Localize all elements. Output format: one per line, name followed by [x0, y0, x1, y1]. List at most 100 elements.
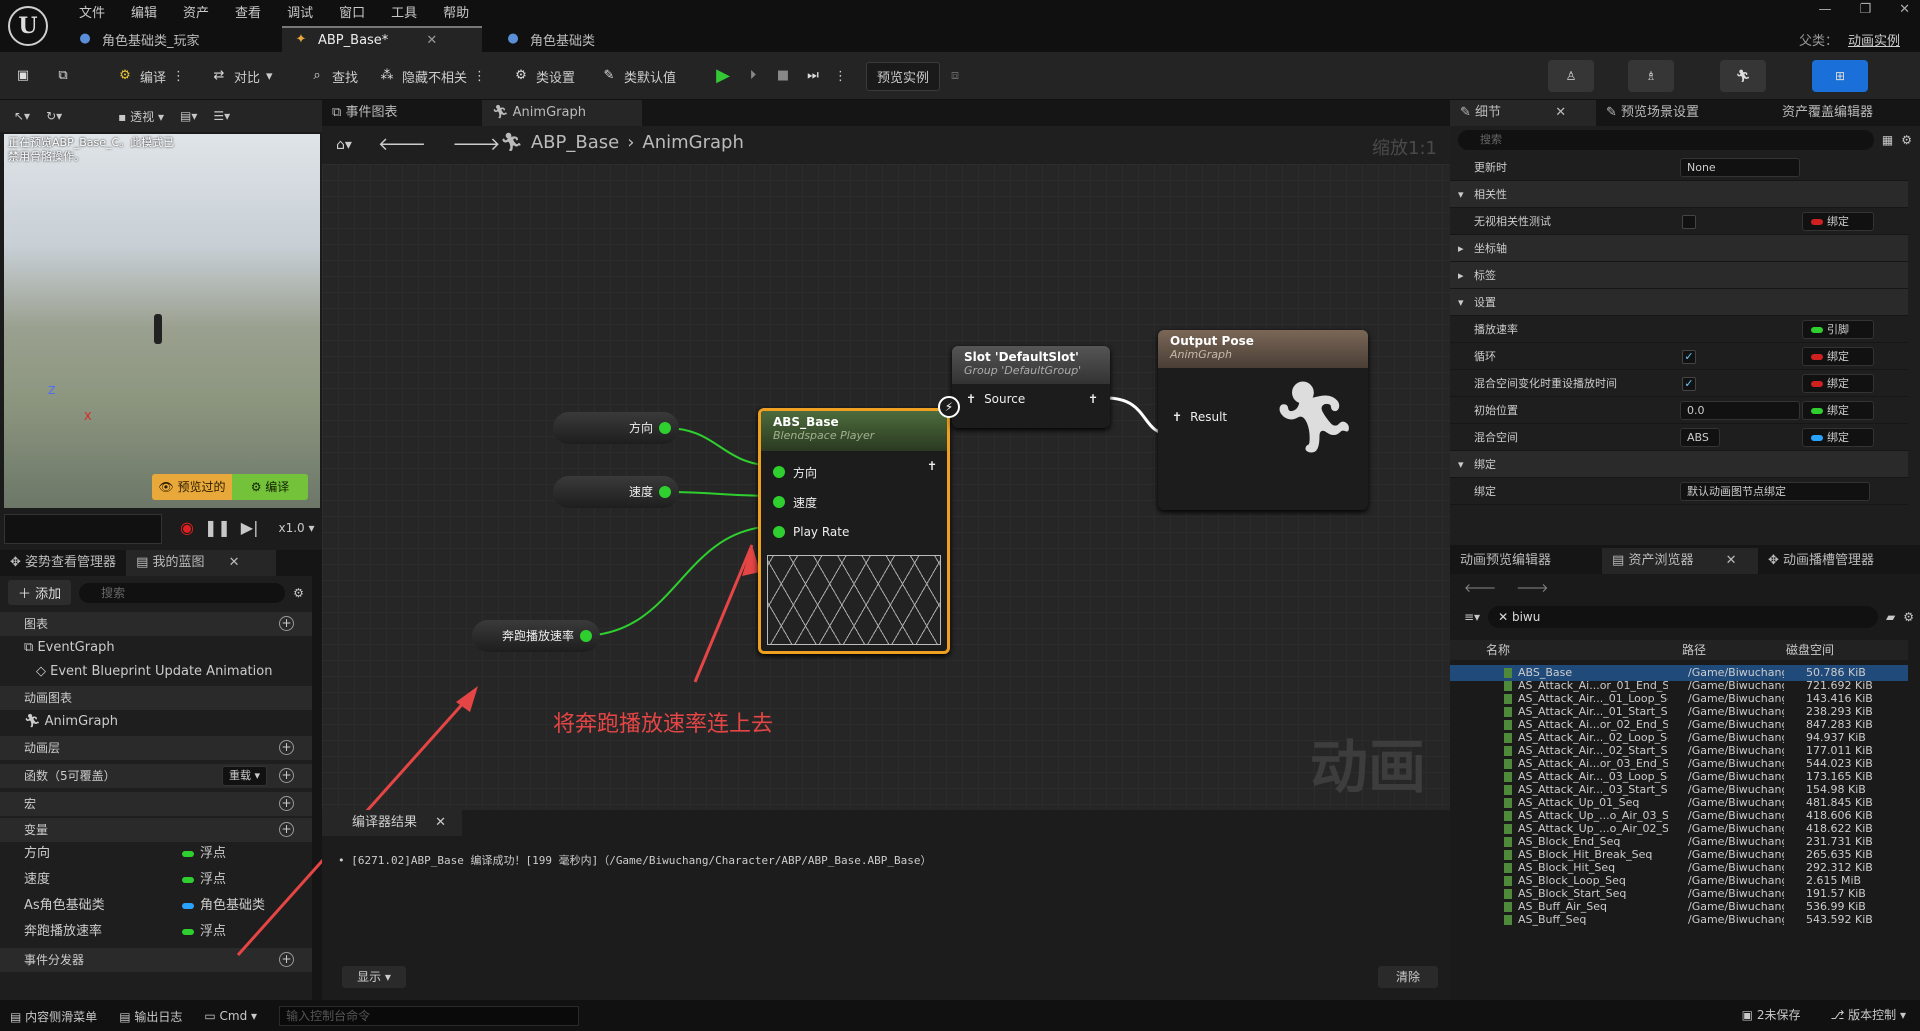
minimize-icon[interactable]: — — [1818, 2, 1831, 17]
save-icon[interactable]: ▣ — [14, 67, 32, 85]
back-arrow-icon[interactable]: 🡐 — [378, 134, 426, 155]
tab-anim-slot-manager[interactable]: ✥ 动画播槽管理器 — [1758, 548, 1884, 574]
var-type[interactable]: 浮点 — [182, 842, 226, 866]
variable-row[interactable]: 方向 浮点 — [0, 842, 312, 866]
tab-asset-browser[interactable]: ▤ 资产浏览器 ✕ — [1602, 548, 1758, 574]
checkbox[interactable]: ✓ — [1682, 377, 1696, 391]
output-log-button[interactable]: ▤ 输出日志 — [119, 1008, 182, 1025]
col-name[interactable]: 名称 — [1486, 640, 1510, 660]
doc-tab-base-class[interactable]: ● 角色基础类 — [494, 26, 605, 52]
more-icon[interactable]: ⋮ — [834, 69, 847, 84]
viewport-compile-button[interactable]: ⚙ 编译 — [232, 474, 308, 500]
class-settings-button[interactable]: ⚙ 类设置 — [512, 52, 575, 100]
diff-button[interactable]: ⇄ 对比 ▾ — [210, 52, 273, 100]
section-graphs[interactable]: 图表 + — [0, 612, 312, 636]
record-icon[interactable]: ◉ — [180, 518, 194, 537]
browse-icon[interactable]: ⧉ — [54, 67, 72, 85]
pin-speed[interactable]: 速度 — [761, 487, 947, 517]
section-anim-layers[interactable]: 动画层 + — [0, 736, 312, 760]
var-type[interactable]: 浮点 — [182, 920, 226, 944]
search-input[interactable]: 搜索 — [79, 582, 286, 603]
pin-play-rate[interactable]: Play Rate — [761, 517, 947, 547]
add-variable-icon[interactable]: + — [279, 822, 294, 837]
col-path[interactable]: 路径 — [1682, 640, 1706, 660]
col-size[interactable]: 磁盘空间 — [1786, 640, 1834, 660]
tab-event-graph[interactable]: ⧉ 事件图表 — [322, 100, 482, 126]
tab-preview-scene[interactable]: ✎ 预览场景设置 — [1596, 100, 1772, 126]
close-window-icon[interactable]: ✕ — [1899, 2, 1910, 17]
details-row[interactable]: ▾ 设置 — [1450, 289, 1908, 316]
input-pin[interactable] — [773, 466, 785, 478]
preview-button[interactable]: 👁︎ 预览过的 — [152, 474, 232, 500]
menu-view[interactable]: 查看 — [222, 2, 274, 21]
parent-class-link[interactable]: 动画实例 — [1848, 30, 1900, 49]
menu-edit[interactable]: 编辑 — [118, 2, 170, 21]
tab-details[interactable]: ✎ 细节 ✕ — [1450, 100, 1596, 126]
checkbox[interactable]: ✓ — [1682, 350, 1696, 364]
perspective-dropdown[interactable]: ▪ 透视 ▾ — [118, 108, 164, 125]
debug-filter-icon[interactable]: ⧈ — [946, 67, 964, 85]
doc-tab-player[interactable]: ● 角色基础类_玩家 — [66, 26, 210, 52]
gear-icon[interactable]: ⚙ — [293, 586, 304, 600]
tab-pose-watch[interactable]: ✥ 姿势查看管理器 — [0, 550, 126, 576]
binding-dropdown[interactable]: 绑定 — [1802, 401, 1874, 420]
unreal-logo[interactable]: U — [8, 6, 48, 46]
binding-dropdown[interactable]: 绑定 — [1802, 212, 1874, 231]
preview-instance-dropdown[interactable]: 预览实例 ⧈ — [866, 52, 964, 100]
pose-output-icon[interactable]: ✝ — [927, 459, 937, 473]
close-icon[interactable]: ✕ — [426, 33, 437, 48]
bookmark-icon[interactable]: ⌂▾ — [336, 137, 352, 153]
value-input[interactable]: 0.0 — [1680, 401, 1800, 420]
details-row[interactable]: ▾ 相关性 — [1450, 181, 1908, 208]
variable-row[interactable]: 奔跑播放速率 浮点 — [0, 920, 312, 944]
forward-arrow-icon[interactable]: 🡒 — [452, 134, 500, 155]
skeleton-mode-button[interactable]: ♙ — [1548, 60, 1594, 92]
value-dropdown[interactable]: None — [1680, 158, 1800, 177]
gear-icon[interactable]: ⚙ — [1903, 610, 1914, 624]
view-mode-icon[interactable]: ▤▾ — [180, 109, 197, 123]
menu-debug[interactable]: 调试 — [274, 2, 326, 21]
event-node-item[interactable]: ◇ Event Blueprint Update Animation — [0, 660, 312, 684]
blueprint-mode-button[interactable]: ⊞ — [1812, 60, 1868, 92]
section-macros[interactable]: 宏 + — [0, 792, 312, 816]
cmd-dropdown[interactable]: ▭ Cmd ▾ — [204, 1009, 257, 1023]
step-forward-icon[interactable]: ▶| — [241, 518, 259, 537]
breadcrumb-root[interactable]: ABP_Base — [531, 132, 619, 153]
timeline-scrubber[interactable] — [4, 514, 162, 544]
details-search-input[interactable]: 搜索 — [1458, 130, 1874, 150]
forward-arrow-icon[interactable]: 🡒 — [1516, 580, 1548, 595]
doc-tab-abp-base[interactable]: ✦ ABP_Base* ✕ — [282, 26, 482, 52]
pose-input-icon[interactable]: ✝ — [1172, 410, 1182, 424]
clear-button[interactable]: 清除 — [1378, 966, 1438, 988]
anim-graph-item[interactable]: 🏃︎ AnimGraph — [0, 710, 312, 734]
checkbox[interactable] — [1682, 215, 1696, 229]
input-pin[interactable] — [773, 526, 785, 538]
source-control-button[interactable]: ⎇ 版本控制 ▾ — [1830, 1006, 1906, 1023]
viewport-options-icon[interactable]: ↖▾ — [14, 109, 30, 123]
output-pin[interactable] — [659, 422, 671, 434]
simulate-icon[interactable]: ⏭ — [804, 67, 822, 85]
restore-icon[interactable]: ❐ — [1859, 2, 1871, 17]
pose-output-icon[interactable]: ✝ — [1088, 392, 1098, 406]
filter-icon[interactable]: ≡▾ — [1464, 610, 1480, 624]
tab-anim-preview[interactable]: 动画预览编辑器 — [1450, 548, 1602, 574]
variable-row[interactable]: 速度 浮点 — [0, 868, 312, 892]
value-dropdown[interactable]: 默认动画图节点绑定 — [1680, 482, 1870, 501]
console-input[interactable]: 输入控制台命令 — [279, 1006, 580, 1026]
menu-asset[interactable]: 资产 — [170, 2, 222, 21]
close-icon[interactable]: ✕ — [1726, 553, 1737, 568]
more-icon[interactable]: ⋮ — [172, 69, 185, 84]
value-dropdown[interactable]: ABS — [1680, 428, 1720, 447]
hide-unrelated-button[interactable]: ⁂ 隐藏不相关 ⋮ — [378, 52, 487, 100]
rotate-icon[interactable]: ↻▾ — [46, 109, 62, 123]
slot-node[interactable]: Slot 'DefaultSlot' Group 'DefaultGroup' … — [938, 346, 1110, 428]
binding-dropdown[interactable]: 绑定 — [1802, 428, 1874, 447]
class-defaults-button[interactable]: ✎ 类默认值 — [600, 52, 676, 100]
override-dropdown[interactable]: 重载 ▾ — [222, 766, 268, 786]
var-node-direction[interactable]: 方向 — [553, 412, 679, 444]
menu-window[interactable]: 窗口 — [326, 2, 378, 21]
binding-dropdown[interactable]: 引脚 — [1802, 320, 1874, 339]
var-node-speed[interactable]: 速度 — [553, 476, 679, 508]
hamburger-menu-icon[interactable]: ☰▾ — [213, 109, 230, 123]
var-node-run-rate[interactable]: 奔跑播放速率 — [472, 620, 600, 652]
